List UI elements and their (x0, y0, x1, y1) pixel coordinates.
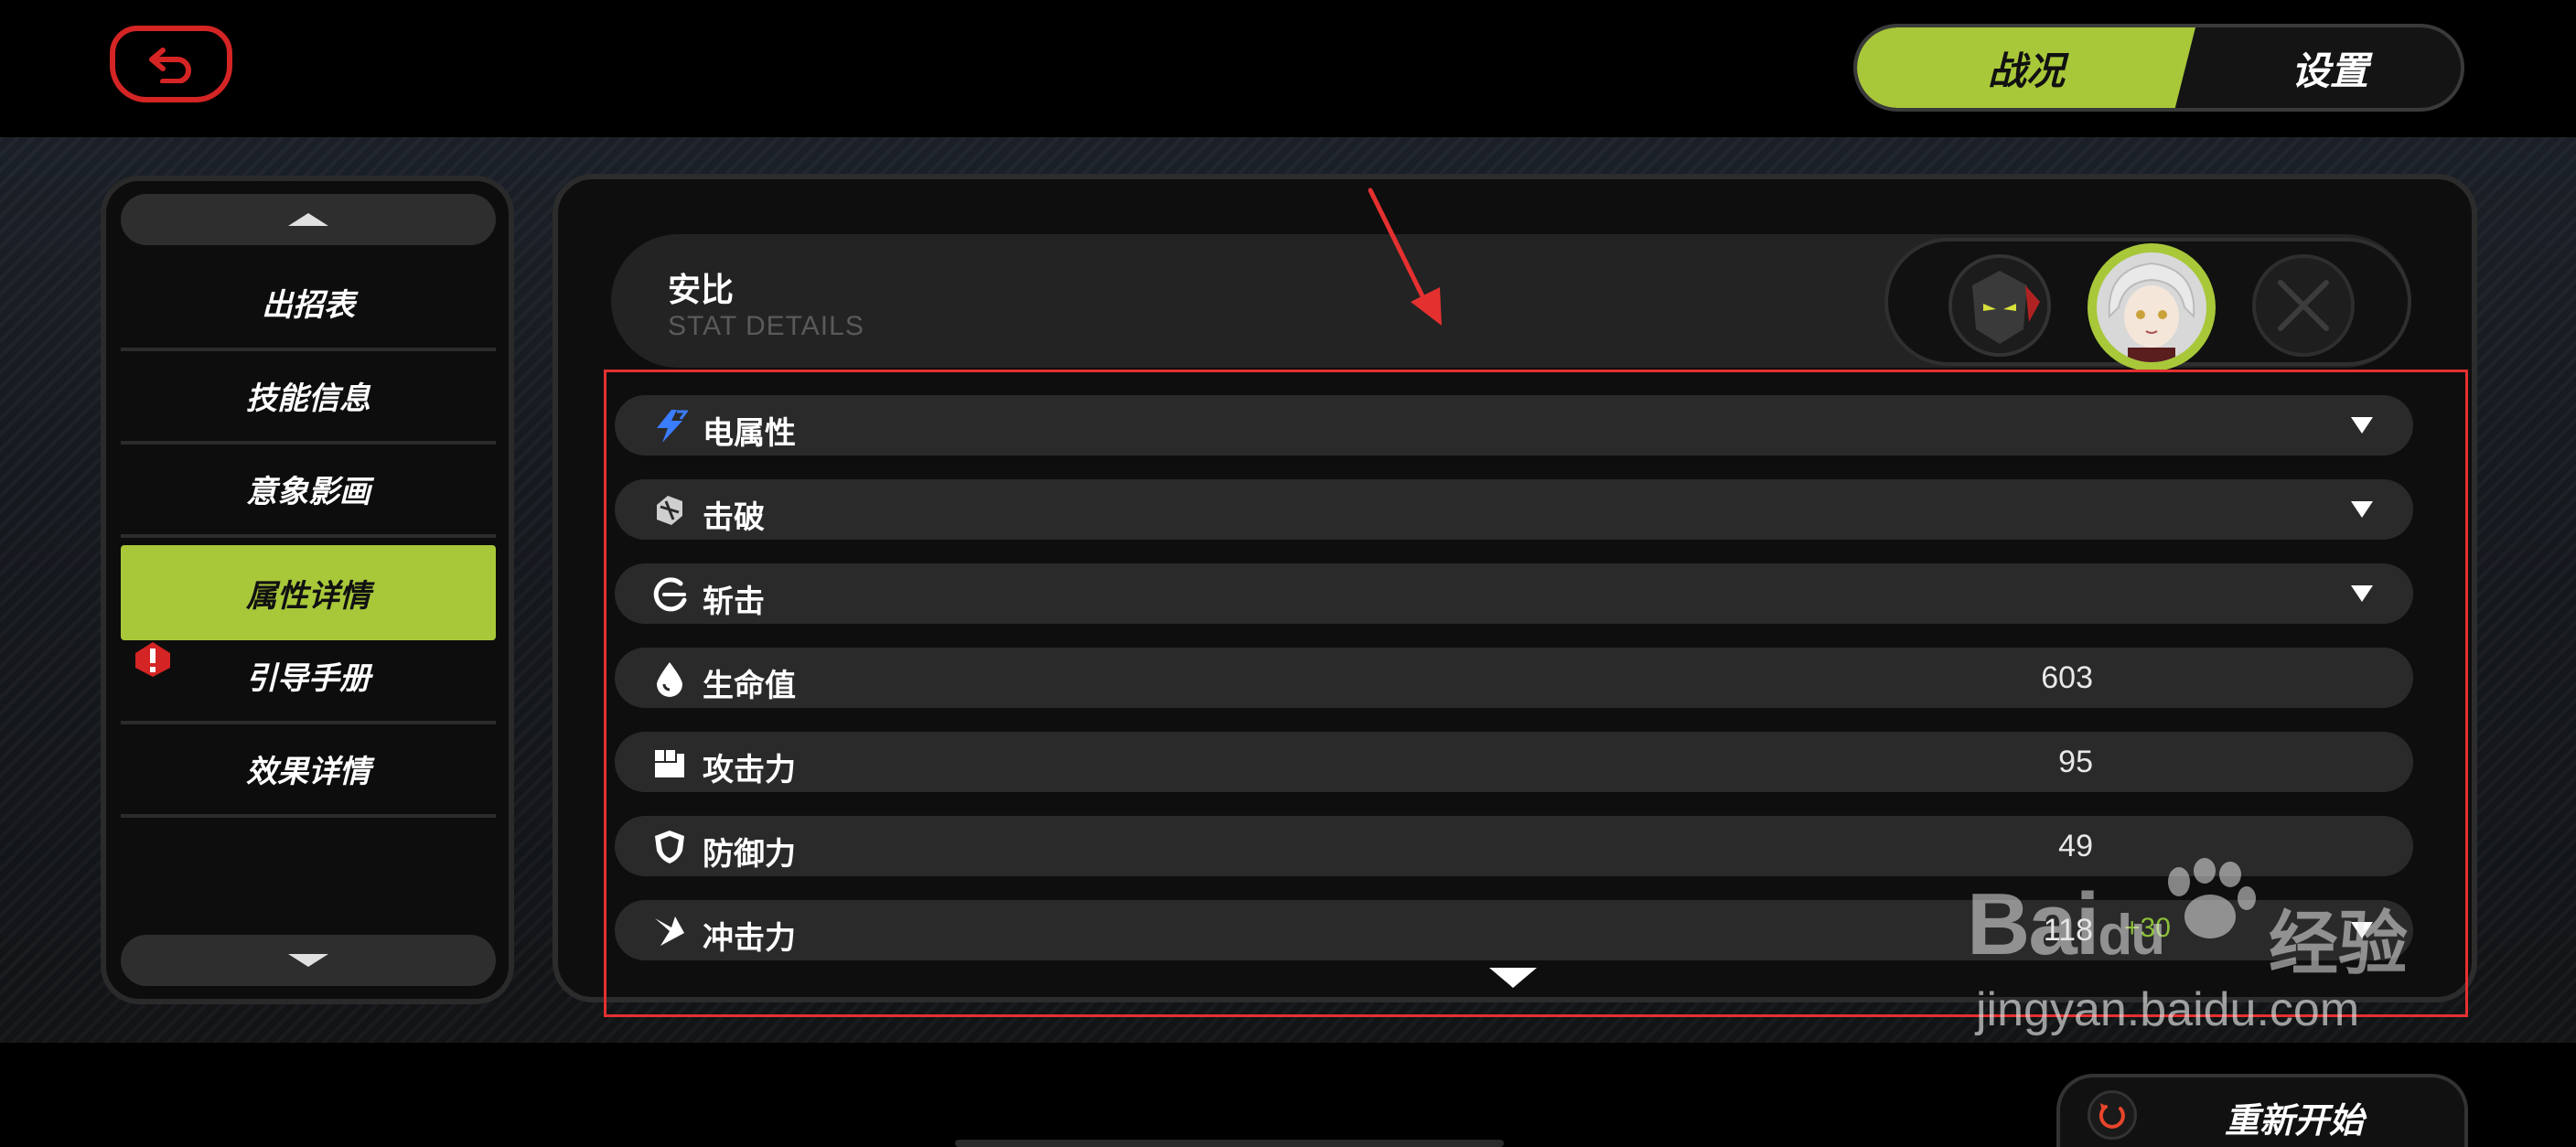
mode-toggle: 战况 设置 (1853, 24, 2464, 112)
watermark-cn: 经验 (2269, 903, 2408, 984)
restart-icon (2088, 1090, 2137, 1140)
watermark: Baidu 经验 jingyan.baidu.com (1967, 858, 2479, 1057)
character-name: 安比 (668, 272, 735, 309)
tab-battle-status[interactable]: 战况 (1857, 27, 2195, 108)
sidebar-item-move-list[interactable]: 出招表 (121, 256, 496, 351)
home-indicator (955, 1140, 1504, 1147)
paw-logo-icon (2168, 858, 2256, 938)
sidebar: 出招表 技能信息 意象影画 属性详情 引导手册 效果详情 (101, 176, 514, 1004)
sidebar-scroll-down-button[interactable] (121, 935, 496, 986)
avatar-anby[interactable] (2088, 243, 2216, 371)
anby-portrait-icon (2097, 252, 2206, 362)
restart-label: 重新开始 (2225, 1100, 2365, 1141)
back-arrow-icon (149, 48, 191, 83)
mech-portrait-icon (1952, 258, 2047, 353)
tab-settings[interactable]: 设置 (2197, 27, 2461, 108)
chevron-up-icon (288, 213, 328, 226)
sidebar-item-skill-info[interactable]: 技能信息 (121, 349, 496, 445)
empty-slot[interactable] (2252, 254, 2355, 357)
sidebar-item-effect-details[interactable]: 效果详情 (121, 723, 496, 818)
chevron-down-icon (288, 954, 328, 967)
watermark-url: jingyan.baidu.com (1976, 983, 2360, 1036)
avatar-mech[interactable] (1948, 254, 2051, 357)
back-button[interactable] (110, 26, 232, 102)
character-subtitle: STAT DETAILS (668, 311, 864, 341)
close-icon (2278, 280, 2329, 331)
sidebar-item-guide[interactable]: 引导手册 (121, 629, 496, 724)
watermark-logo: Baidu (1967, 875, 2165, 973)
annotation-arrow-icon (1368, 188, 1442, 326)
sidebar-item-stat-details[interactable]: 属性详情 (121, 545, 496, 640)
alert-icon (135, 642, 170, 677)
restart-button[interactable]: 重新开始 (2056, 1074, 2468, 1147)
sidebar-item-mindscape[interactable]: 意象影画 (121, 443, 496, 538)
sidebar-scroll-up-button[interactable] (121, 194, 496, 245)
top-bar: 战况 设置 (0, 0, 2576, 137)
avatar-strip (1884, 238, 2411, 371)
